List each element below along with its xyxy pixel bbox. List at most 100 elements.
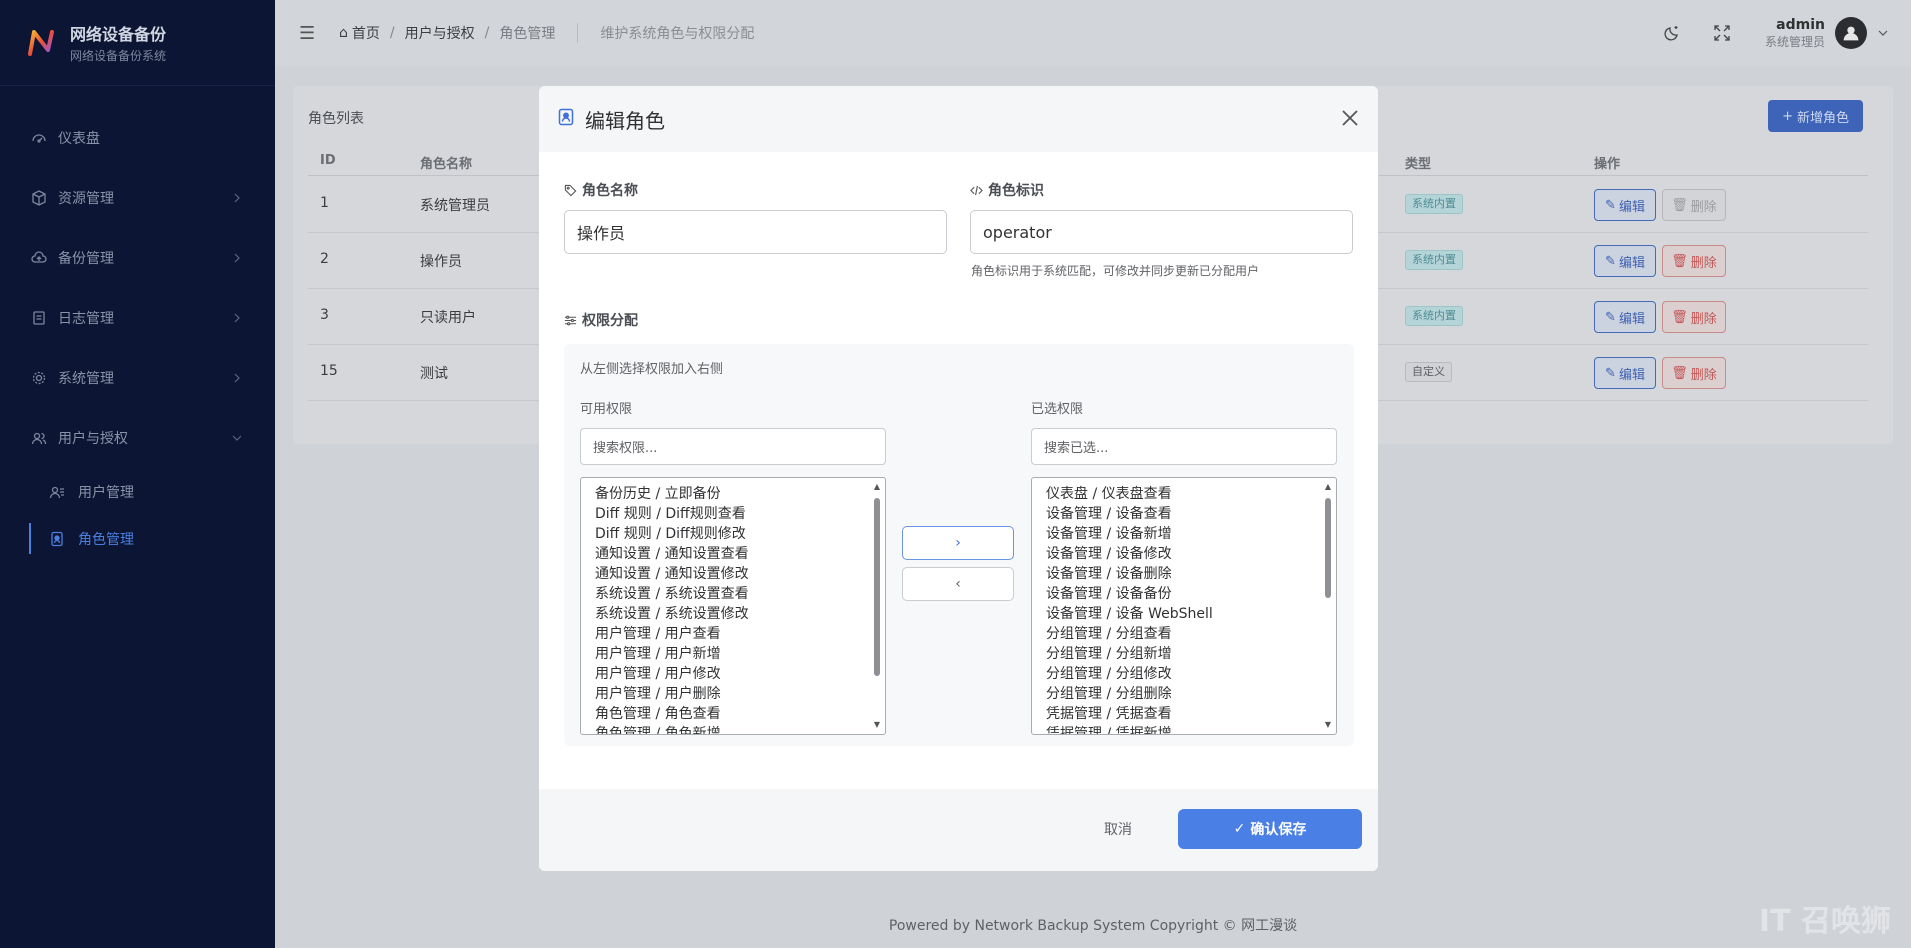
permission-option[interactable]: 分组管理 / 分组修改 xyxy=(1046,664,1336,684)
permission-option[interactable]: Diff 规则 / Diff规则查看 xyxy=(595,504,885,524)
type-badge: 系统内置 xyxy=(1405,306,1463,326)
chevron-right-icon xyxy=(234,313,240,323)
scroll-up-arrow-icon[interactable]: ▲ xyxy=(1323,482,1333,492)
sidebar-item-label: 备份管理 xyxy=(58,251,114,267)
sidebar-item-label: 用户管理 xyxy=(78,484,134,501)
selected-permissions-list[interactable]: 仪表盘 / 仪表盘查看 设备管理 / 设备查看 设备管理 / 设备新增 设备管理 / … xyxy=(1031,477,1337,735)
permission-option[interactable]: Diff 规则 / Diff规则修改 xyxy=(595,524,885,544)
permission-option[interactable]: 设备管理 / 设备新增 xyxy=(1046,524,1336,544)
selected-search-input[interactable]: 搜索已选... xyxy=(1031,428,1337,465)
edit-button[interactable]: ✎ 编辑 xyxy=(1594,357,1656,389)
edit-button[interactable]: ✎ 编辑 xyxy=(1594,301,1656,333)
cell-name: 系统管理员 xyxy=(420,198,490,214)
permission-option[interactable]: 通知设置 / 通知设置修改 xyxy=(595,564,885,584)
permission-option[interactable]: 分组管理 / 分组查看 xyxy=(1046,624,1336,644)
move-left-button[interactable]: ‹ xyxy=(902,567,1014,601)
add-role-button[interactable]: + 新增角色 xyxy=(1768,100,1863,132)
confirm-save-label: 确认保存 xyxy=(1250,822,1307,838)
permission-option[interactable]: 用户管理 / 用户新增 xyxy=(595,644,885,664)
sidebar-item-resources[interactable]: 资源管理 xyxy=(0,168,275,228)
cancel-button[interactable]: 取消 xyxy=(1104,819,1132,839)
sidebar-item-label: 日志管理 xyxy=(58,311,114,327)
sidebar-item-backup[interactable]: 备份管理 xyxy=(0,228,275,288)
top-header: ☰ ⌂ 首页 / 用户与授权 / 角色管理 维护系统角色与权限分配 admin … xyxy=(275,0,1911,66)
role-key-label: 角色标识 xyxy=(970,180,1044,200)
pencil-icon: ✎ xyxy=(1605,197,1616,213)
permission-option[interactable]: 分组管理 / 分组新增 xyxy=(1046,644,1336,664)
sidebar-item-logs[interactable]: 日志管理 xyxy=(0,288,275,348)
dashboard-icon xyxy=(30,129,48,147)
delete-label: 删除 xyxy=(1690,367,1717,383)
role-name-input[interactable]: 操作员 xyxy=(564,210,947,254)
role-key-input[interactable]: operator xyxy=(970,210,1353,254)
permission-option[interactable]: 设备管理 / 设备删除 xyxy=(1046,564,1336,584)
move-right-button[interactable]: › xyxy=(902,526,1014,560)
user-info[interactable]: admin 系统管理员 xyxy=(1765,17,1825,50)
permission-option[interactable]: 凭据管理 / 凭据查看 xyxy=(1046,704,1336,724)
dialog-header: 编辑角色 xyxy=(539,86,1378,152)
sidebar-item-role-manage[interactable]: 角色管理 xyxy=(0,515,275,562)
permission-option[interactable]: 角色管理 / 角色新增 xyxy=(595,724,885,734)
close-icon[interactable] xyxy=(1338,106,1362,130)
breadcrumb-home[interactable]: 首页 xyxy=(352,23,380,43)
permission-option[interactable]: 用户管理 / 用户修改 xyxy=(595,664,885,684)
edit-button[interactable]: ✎ 编辑 xyxy=(1594,245,1656,277)
selected-permissions-label: 已选权限 xyxy=(1031,402,1084,417)
permission-option[interactable]: 设备管理 / 设备查看 xyxy=(1046,504,1336,524)
permission-option[interactable]: 通知设置 / 通知设置查看 xyxy=(595,544,885,564)
sidebar-item-dashboard[interactable]: 仪表盘 xyxy=(0,108,275,168)
user-name: admin xyxy=(1776,16,1825,33)
menu-toggle-icon[interactable]: ☰ xyxy=(299,23,317,44)
permission-option[interactable]: 分组管理 / 分组删除 xyxy=(1046,684,1336,704)
delete-button[interactable]: 🗑 删除 xyxy=(1662,301,1726,333)
code-icon xyxy=(970,185,983,195)
add-role-label: 新增角色 xyxy=(1796,110,1849,126)
fullscreen-icon[interactable] xyxy=(1711,22,1733,44)
available-permissions-list[interactable]: 备份历史 / 立即备份 Diff 规则 / Diff规则查看 Diff 规则 / D… xyxy=(580,477,886,735)
delete-button[interactable]: 🗑 删除 xyxy=(1662,189,1726,221)
permission-option[interactable]: 用户管理 / 用户删除 xyxy=(595,684,885,704)
col-id: ID xyxy=(320,153,336,168)
delete-button[interactable]: 🗑 删除 xyxy=(1662,245,1726,277)
chevron-down-icon[interactable] xyxy=(1877,27,1889,39)
permission-option[interactable]: 备份历史 / 立即备份 xyxy=(595,484,885,504)
sidebar-item-label: 系统管理 xyxy=(58,371,114,387)
permission-option[interactable]: 系统设置 / 系统设置修改 xyxy=(595,604,885,624)
breadcrumb-level1[interactable]: 用户与授权 xyxy=(405,23,475,43)
permission-option[interactable]: 系统设置 / 系统设置查看 xyxy=(595,584,885,604)
sidebar-item-system[interactable]: 系统管理 xyxy=(0,348,275,408)
sidebar-item-user-manage[interactable]: 用户管理 xyxy=(0,468,275,515)
scroll-down-arrow-icon[interactable]: ▼ xyxy=(872,720,882,730)
theme-toggle-icon[interactable] xyxy=(1661,22,1683,44)
trash-icon: 🗑 xyxy=(1671,365,1688,381)
edit-button[interactable]: ✎ 编辑 xyxy=(1594,189,1656,221)
sidebar-item-auth[interactable]: 用户与授权 xyxy=(0,408,275,468)
chevron-right-icon xyxy=(234,373,240,383)
user-manage-icon xyxy=(48,483,66,501)
document-icon xyxy=(30,309,48,327)
avatar[interactable] xyxy=(1835,17,1867,49)
permission-option[interactable]: 设备管理 / 设备备份 xyxy=(1046,584,1336,604)
cell-name: 只读用户 xyxy=(420,310,476,326)
confirm-save-button[interactable]: ✓ 确认保存 xyxy=(1178,809,1362,849)
scroll-down-arrow-icon[interactable]: ▼ xyxy=(1323,720,1333,730)
available-search-input[interactable]: 搜索权限... xyxy=(580,428,886,465)
permission-option[interactable]: 仪表盘 / 仪表盘查看 xyxy=(1046,484,1336,504)
dialog-title: 编辑角色 xyxy=(585,108,665,133)
scrollbar[interactable]: ▲ ▼ xyxy=(871,480,883,732)
cell-id: 15 xyxy=(320,363,338,379)
scroll-thumb[interactable] xyxy=(1325,498,1331,598)
scrollbar[interactable]: ▲ ▼ xyxy=(1322,480,1334,732)
permission-option[interactable]: 角色管理 / 角色查看 xyxy=(595,704,885,724)
permission-option[interactable]: 用户管理 / 用户查看 xyxy=(595,624,885,644)
watermark: IT 召唤狮 xyxy=(1758,904,1891,939)
trash-icon: 🗑 xyxy=(1671,309,1688,325)
permission-option[interactable]: 设备管理 / 设备 WebShell xyxy=(1046,604,1336,624)
scroll-up-arrow-icon[interactable]: ▲ xyxy=(872,482,882,492)
type-badge: 系统内置 xyxy=(1405,194,1463,214)
delete-button[interactable]: 🗑 删除 xyxy=(1662,357,1726,389)
scroll-thumb[interactable] xyxy=(874,498,880,676)
permission-option[interactable]: 设备管理 / 设备修改 xyxy=(1046,544,1336,564)
permission-option[interactable]: 凭据管理 / 凭据新增 xyxy=(1046,724,1336,734)
cell-id: 3 xyxy=(320,307,329,323)
